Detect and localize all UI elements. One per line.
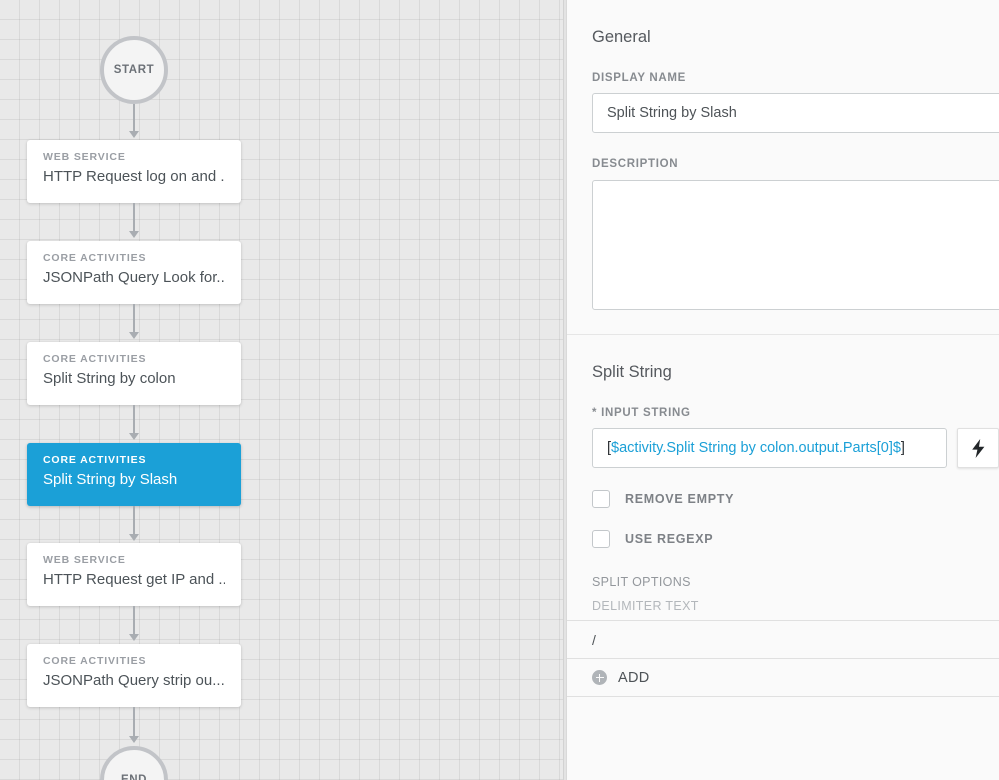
connector-arrow [128, 736, 139, 743]
add-delimiter-label: ADD [618, 669, 650, 686]
lightning-bolt-icon [971, 438, 985, 458]
connector-line [133, 104, 135, 133]
activity-category: CORE ACTIVITIES [43, 655, 147, 667]
delimiter-value: / [592, 631, 596, 648]
workflow-diagram: START WEB SERVICE HTTP Request log on an… [0, 0, 563, 780]
connector-arrow [128, 332, 139, 339]
plus-circle-icon [592, 670, 607, 685]
connector-arrow [128, 534, 139, 541]
expression-token: $activity.Split String by colon.output.P… [611, 440, 901, 456]
general-section-title: General [592, 28, 651, 46]
connector-line [133, 304, 135, 334]
end-node[interactable]: END [100, 746, 168, 780]
end-node-label: END [120, 774, 148, 780]
activity-card-2[interactable]: CORE ACTIVITIES JSONPath Query Look for.… [27, 241, 241, 304]
split-string-section-title: Split String [592, 363, 672, 381]
table-rule [567, 696, 999, 697]
input-string-row: [$activity.Split String by colon.output.… [592, 428, 999, 468]
section-divider [567, 334, 999, 335]
activity-card-4-selected[interactable]: CORE ACTIVITIES Split String by Slash [27, 443, 241, 506]
activity-category: WEB SERVICE [43, 554, 126, 566]
delimiter-row[interactable]: / [592, 621, 999, 658]
use-regexp-row: USE REGEXP [592, 530, 999, 548]
workflow-canvas[interactable]: START WEB SERVICE HTTP Request log on an… [0, 0, 563, 780]
display-name-label: DISPLAY NAME [592, 72, 687, 84]
properties-panel: General DISPLAY NAME Split String by Sla… [567, 0, 999, 780]
activity-category: CORE ACTIVITIES [43, 454, 147, 466]
activity-category: CORE ACTIVITIES [43, 353, 147, 365]
activity-card-1[interactable]: WEB SERVICE HTTP Request log on and ... [27, 140, 241, 203]
start-node-label: START [113, 64, 155, 76]
connector-line [133, 506, 135, 536]
connector-arrow [128, 634, 139, 641]
remove-empty-label: REMOVE EMPTY [625, 492, 735, 506]
activity-category: WEB SERVICE [43, 151, 126, 163]
activity-card-3[interactable]: CORE ACTIVITIES Split String by colon [27, 342, 241, 405]
connector-arrow [128, 131, 139, 138]
activity-name: Split String by colon [43, 370, 176, 387]
use-regexp-checkbox[interactable] [592, 530, 610, 548]
connector-arrow [128, 433, 139, 440]
input-string-label: * INPUT STRING [592, 407, 691, 419]
connector-line [133, 405, 135, 435]
activity-name: HTTP Request log on and ... [43, 168, 225, 185]
connector-arrow [128, 231, 139, 238]
activity-name: JSONPath Query strip ou... [43, 672, 225, 689]
expression-editor-button[interactable] [957, 428, 999, 468]
use-regexp-label: USE REGEXP [625, 532, 714, 546]
activity-designer: START WEB SERVICE HTTP Request log on an… [0, 0, 999, 780]
remove-empty-checkbox[interactable] [592, 490, 610, 508]
add-delimiter-button[interactable]: ADD [592, 659, 999, 696]
split-options-label: SPLIT OPTIONS [592, 575, 691, 589]
connector-line [133, 606, 135, 636]
input-string-field[interactable]: [$activity.Split String by colon.output.… [592, 428, 948, 468]
delimiter-column-header: DELIMITER TEXT [592, 599, 699, 613]
description-label: DESCRIPTION [592, 158, 679, 170]
expression-close-bracket: ] [900, 440, 905, 456]
connector-line [133, 707, 135, 738]
activity-card-5[interactable]: WEB SERVICE HTTP Request get IP and ... [27, 543, 241, 606]
connector-line [133, 203, 135, 233]
activity-name: Split String by Slash [43, 471, 178, 488]
activity-card-6[interactable]: CORE ACTIVITIES JSONPath Query strip ou.… [27, 644, 241, 707]
activity-category: CORE ACTIVITIES [43, 252, 147, 264]
activity-name: JSONPath Query Look for... [43, 269, 225, 286]
display-name-value: Split String by Slash [607, 105, 737, 121]
description-textarea[interactable] [592, 180, 999, 310]
start-node[interactable]: START [100, 36, 168, 104]
activity-name: HTTP Request get IP and ... [43, 571, 225, 588]
remove-empty-row: REMOVE EMPTY [592, 490, 999, 508]
display-name-input[interactable]: Split String by Slash [592, 93, 999, 133]
